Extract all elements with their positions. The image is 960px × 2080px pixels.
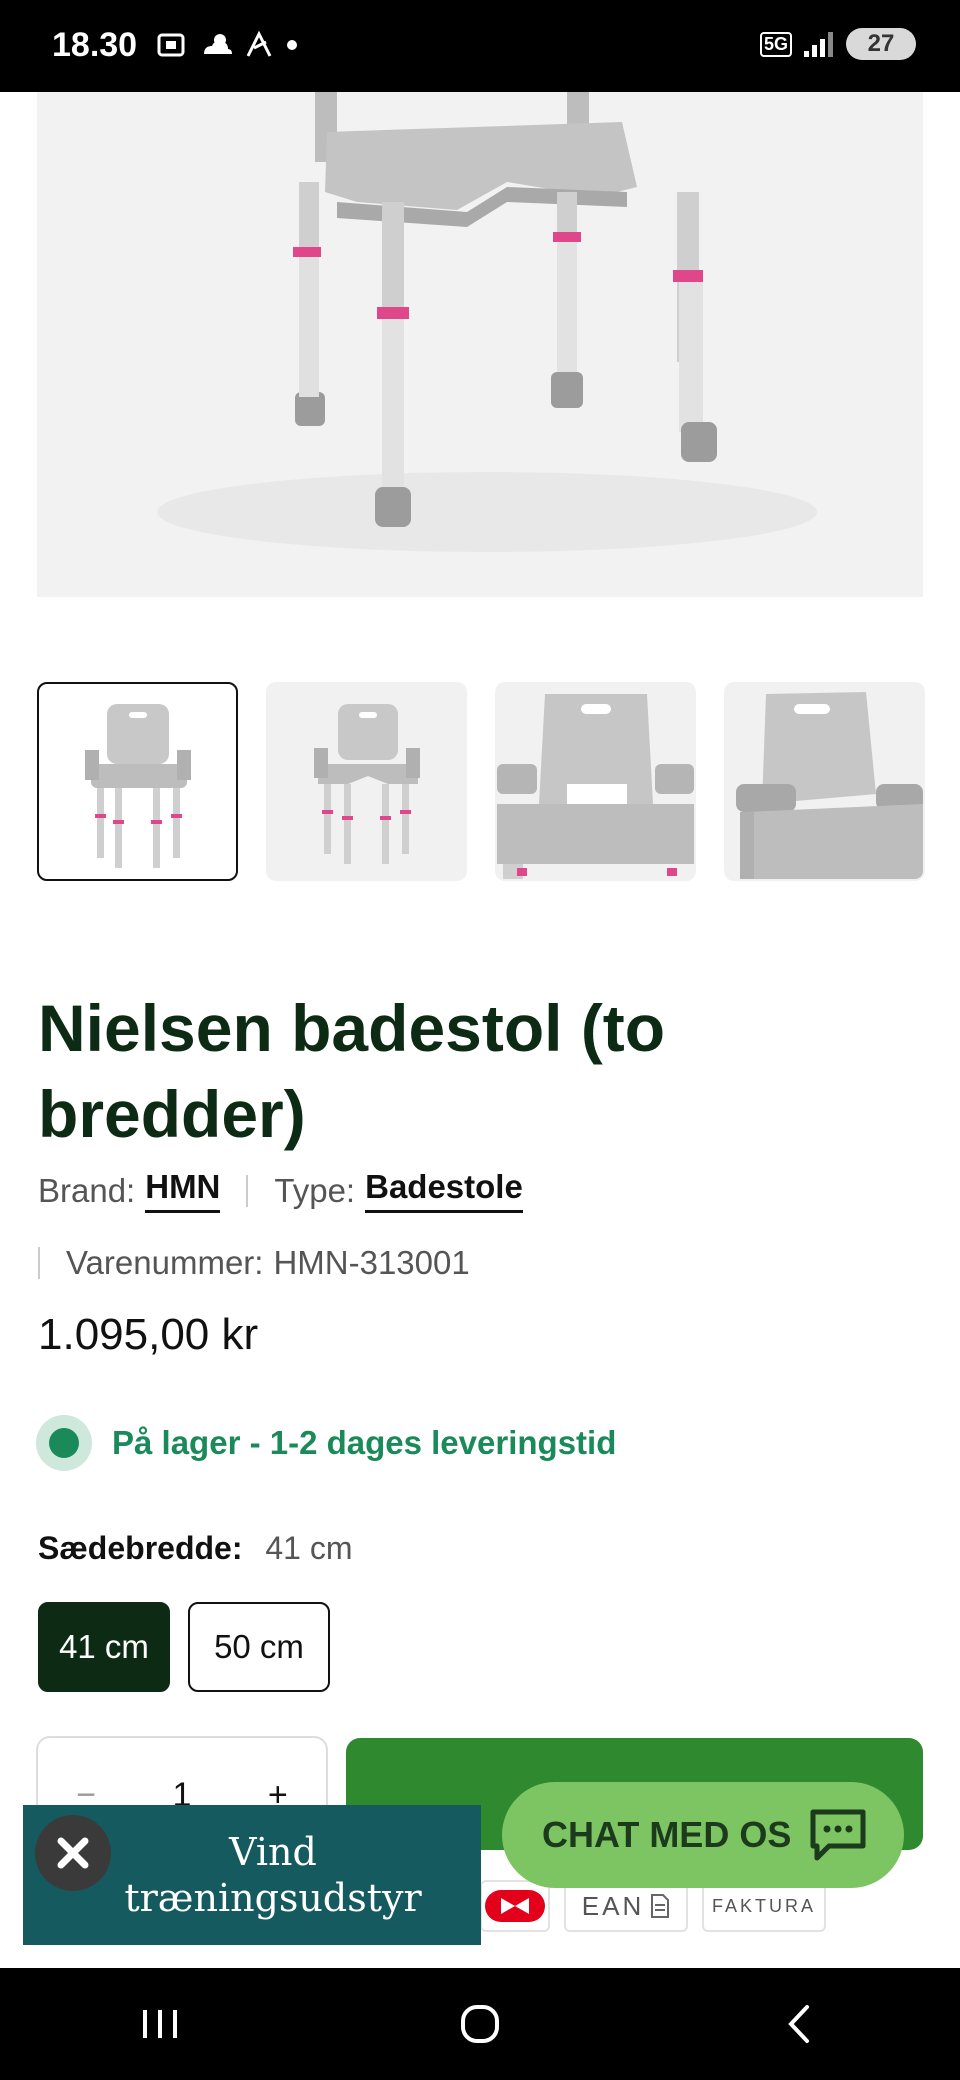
faktura-label: FAKTURA	[711, 1895, 816, 1916]
option-50cm-button[interactable]: 50 cm	[188, 1602, 330, 1692]
thumbnail-4[interactable]	[724, 682, 925, 881]
status-bar: 18.30 5G 27	[0, 0, 960, 92]
type-label: Type:	[274, 1171, 356, 1209]
shower-chair-image	[37, 92, 923, 597]
sku-divider	[38, 1247, 40, 1279]
document-icon	[651, 1894, 670, 1918]
sku-row: Varenummer: HMN-313001	[38, 1244, 470, 1282]
page: 18.30 5G 27 Nielsen badestol (to bredder…	[0, 0, 960, 2080]
thumbnail-3[interactable]	[495, 682, 696, 881]
chair-cutout-thumbnail	[314, 704, 420, 864]
brand-link[interactable]: HMN	[145, 1168, 221, 1213]
dankort-logo	[485, 1890, 545, 1922]
dankort-logo-icon	[480, 1880, 550, 1932]
chair-closeup-thumbnail	[497, 694, 694, 879]
home-icon[interactable]	[455, 1999, 505, 2049]
thumbnail-2[interactable]	[266, 682, 467, 881]
system-navigation-bar	[0, 1968, 960, 2080]
battery-icon: 27	[846, 28, 916, 60]
ean-label: EAN	[581, 1890, 645, 1921]
thumbnail-gallery	[37, 682, 925, 881]
chair-front-thumbnail	[85, 704, 191, 868]
status-notification-icons	[156, 30, 298, 60]
product-main-image[interactable]	[37, 92, 923, 597]
brand-label: Brand:	[38, 1171, 136, 1209]
in-stock-indicator-icon	[36, 1415, 92, 1471]
stock-status: På lager - 1-2 dages leveringstid	[36, 1415, 616, 1471]
seat-width-options: 41 cm 50 cm	[38, 1602, 330, 1692]
stock-text: På lager - 1-2 dages leveringstid	[112, 1424, 617, 1461]
thumbnail-1[interactable]	[37, 682, 238, 881]
sku-value: HMN-313001	[273, 1244, 470, 1281]
chair-angle-thumbnail	[736, 692, 923, 879]
promo-banner[interactable]: Vind træningsudstyr	[23, 1805, 481, 1945]
seat-width-selected-value: 41 cm	[265, 1530, 353, 1566]
network-type-label: 5G	[759, 31, 792, 57]
option-41cm-button[interactable]: 41 cm	[38, 1602, 170, 1692]
meta-divider	[246, 1174, 249, 1207]
status-time: 18.30	[52, 26, 138, 64]
seat-width-label-row: Sædebredde: 41 cm	[38, 1530, 353, 1567]
product-meta: Brand: HMN Type: Badestole	[38, 1168, 523, 1213]
type-link[interactable]: Badestole	[365, 1168, 523, 1213]
product-price: 1.095,00 kr	[38, 1310, 259, 1359]
promo-text: Vind træningsudstyr	[124, 1830, 422, 1920]
seat-width-label: Sædebredde:	[38, 1530, 243, 1566]
back-icon[interactable]	[775, 1999, 825, 2049]
chat-label: CHAT MED OS	[542, 1814, 792, 1855]
battery-level: 27	[867, 30, 895, 57]
chat-bubble-icon	[810, 1809, 866, 1861]
status-system-icons: 5G 27	[759, 28, 916, 60]
signal-icon	[804, 32, 833, 57]
sku-label: Varenummer:	[66, 1244, 264, 1281]
dot-icon	[287, 40, 297, 50]
screenshot-icon	[157, 33, 185, 57]
close-icon	[57, 1837, 89, 1869]
product-title: Nielsen badestol (to bredder)	[38, 991, 666, 1151]
chat-button[interactable]: CHAT MED OS	[502, 1782, 904, 1888]
recent-apps-icon[interactable]	[135, 2004, 185, 2044]
weather-icon	[204, 34, 232, 54]
navigation-icon	[246, 30, 272, 57]
